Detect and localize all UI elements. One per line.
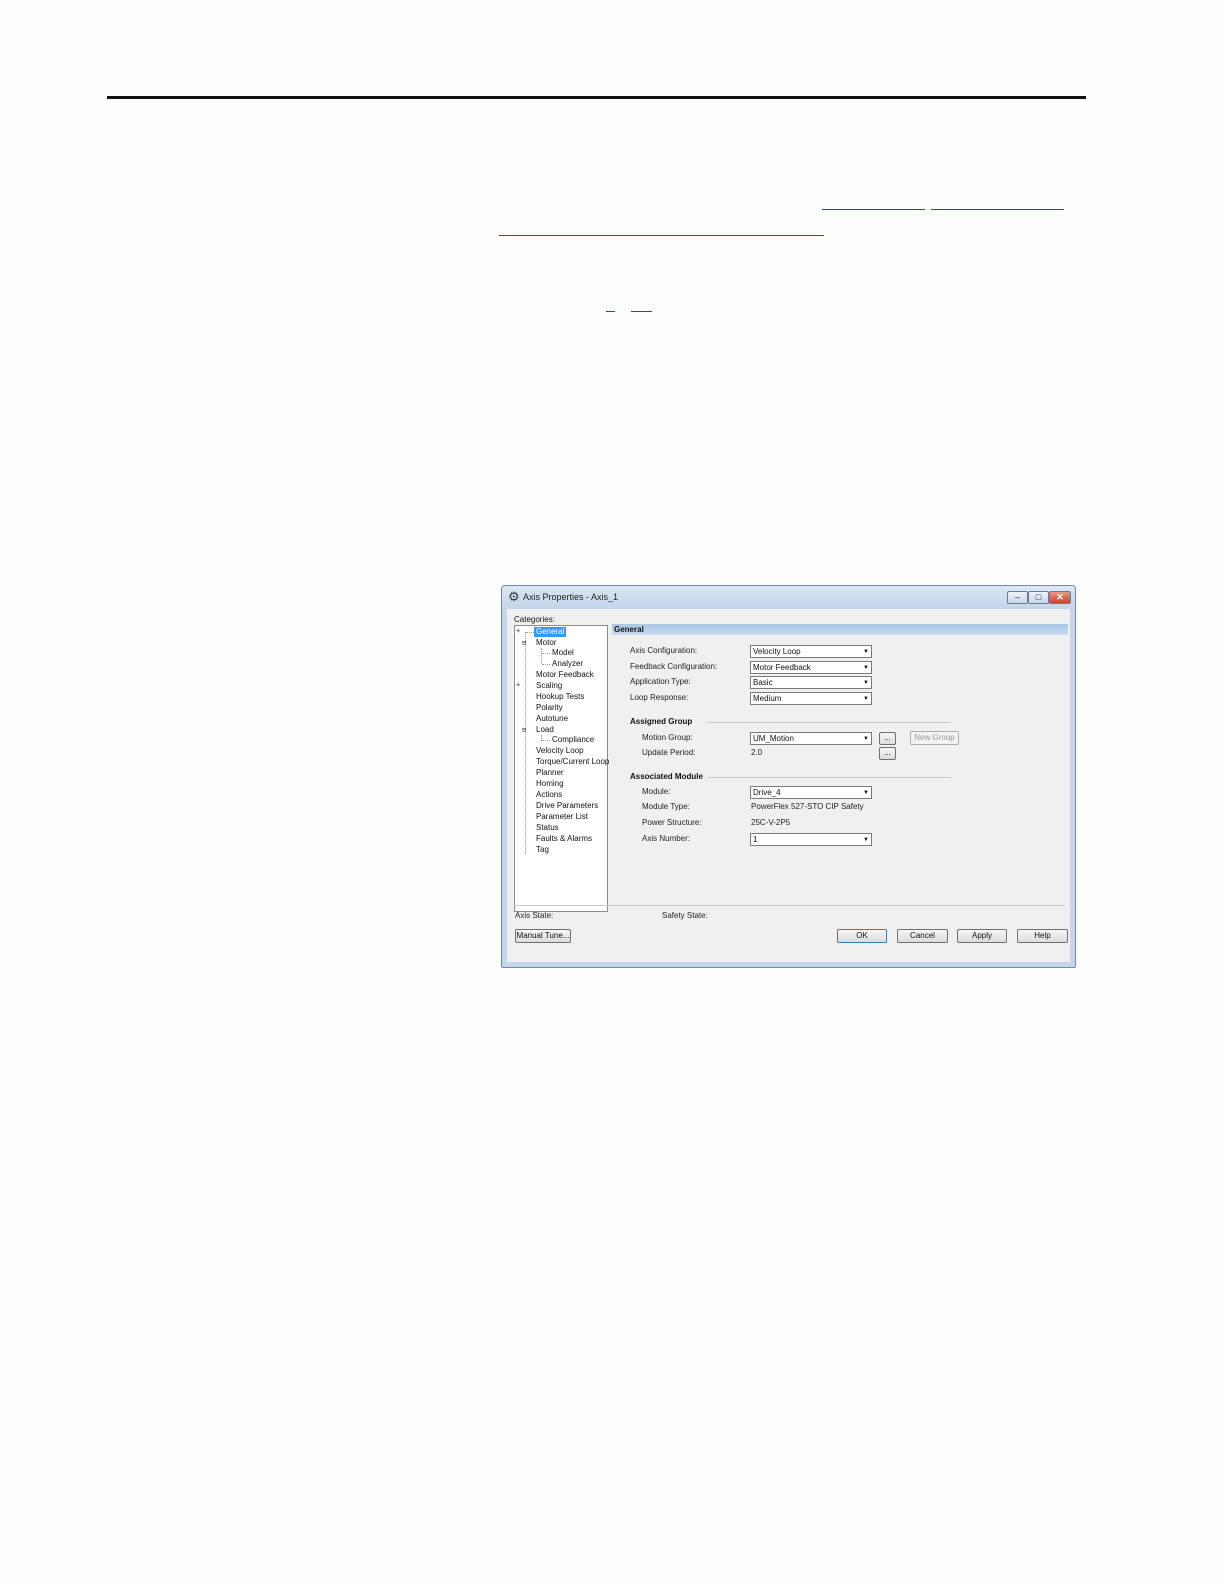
category-polarity[interactable]: Polarity xyxy=(536,703,563,713)
chevron-down-icon: ▼ xyxy=(863,680,869,686)
motion-group-select[interactable]: UM_Motion ▼ xyxy=(750,732,872,745)
group-separator xyxy=(707,722,951,723)
chevron-down-icon: ▼ xyxy=(863,736,869,742)
axis-configuration-select[interactable]: Velocity Loop ▼ xyxy=(750,645,872,658)
axis-configuration-label: Axis Configuration: xyxy=(630,646,698,655)
expand-plus-icon[interactable]: + xyxy=(516,627,520,635)
application-type-label: Application Type: xyxy=(630,677,691,686)
category-status[interactable]: Status xyxy=(536,823,559,833)
link-underline-2[interactable] xyxy=(931,209,1064,210)
feedback-configuration-select[interactable]: Motor Feedback ▼ xyxy=(750,661,872,674)
category-scaling[interactable]: Scaling xyxy=(536,681,562,691)
category-actions[interactable]: Actions xyxy=(536,790,562,800)
feedback-configuration-value: Motor Feedback xyxy=(753,663,811,672)
category-parameter-list[interactable]: Parameter List xyxy=(536,812,588,822)
ok-button[interactable]: OK xyxy=(837,929,887,943)
collapse-minus-icon[interactable]: ⊟ xyxy=(522,726,526,734)
loop-response-value: Medium xyxy=(753,694,782,703)
status-divider xyxy=(514,905,1065,906)
power-structure-label: Power Structure: xyxy=(642,818,702,827)
close-button[interactable]: ✕ xyxy=(1049,591,1071,604)
category-drive-parameters[interactable]: Drive Parameters xyxy=(536,801,598,811)
group-separator xyxy=(708,777,951,778)
tree-connector xyxy=(541,648,542,664)
category-hookup-tests[interactable]: Hookup Tests xyxy=(536,692,584,702)
tree-connector xyxy=(542,653,550,654)
new-group-button[interactable]: New Group xyxy=(910,731,959,745)
application-type-select[interactable]: Basic ▼ xyxy=(750,676,872,689)
title-bar[interactable]: ⚙ Axis Properties - Axis_1 – □ ✕ xyxy=(502,586,1075,609)
cancel-button[interactable]: Cancel xyxy=(897,929,948,943)
feedback-configuration-label: Feedback Configuration: xyxy=(630,662,718,671)
link-underline-1[interactable] xyxy=(822,209,925,210)
loop-response-select[interactable]: Medium ▼ xyxy=(750,692,872,705)
category-homing[interactable]: Homing xyxy=(536,779,564,789)
update-period-value: 2.0 xyxy=(751,748,763,757)
categories-tree[interactable]: + ⊟ + ⊟ General Motor Model Analyzer Mot… xyxy=(514,625,609,912)
category-model[interactable]: Model xyxy=(552,648,574,658)
link-underline-3[interactable] xyxy=(499,235,824,236)
category-tag[interactable]: Tag xyxy=(536,845,549,855)
module-type-label: Module Type: xyxy=(642,802,690,811)
associated-module-title: Associated Module xyxy=(630,772,703,781)
assigned-group-title: Assigned Group xyxy=(630,717,693,726)
module-type-value: PowerFlex 527-STO CIP Safety xyxy=(751,802,864,811)
help-button[interactable]: Help xyxy=(1017,929,1068,943)
collapse-minus-icon[interactable]: ⊟ xyxy=(522,639,526,647)
window-title: Axis Properties - Axis_1 xyxy=(523,592,619,602)
link-underline-4[interactable] xyxy=(606,311,615,312)
power-structure-value: 25C-V-2P5 xyxy=(751,818,791,827)
chevron-down-icon: ▼ xyxy=(863,665,869,671)
category-autotune[interactable]: Autotune xyxy=(536,714,568,724)
maximize-button[interactable]: □ xyxy=(1028,591,1049,604)
module-value: Drive_4 xyxy=(753,788,781,797)
update-period-label: Update Period: xyxy=(642,748,696,757)
axis-number-value: 1 xyxy=(753,835,758,844)
chevron-down-icon: ▼ xyxy=(863,790,869,796)
loop-response-label: Loop Response: xyxy=(630,693,689,702)
application-type-value: Basic xyxy=(753,678,773,687)
axis-configuration-value: Velocity Loop xyxy=(753,647,801,656)
module-select[interactable]: Drive_4 ▼ xyxy=(750,786,872,799)
category-faults-alarms[interactable]: Faults & Alarms xyxy=(536,834,592,844)
link-underline-5[interactable] xyxy=(631,311,652,312)
tree-connector xyxy=(525,632,526,853)
category-planner[interactable]: Planner xyxy=(536,768,564,778)
update-period-browse-button[interactable]: ... xyxy=(879,747,896,760)
chevron-down-icon: ▼ xyxy=(863,649,869,655)
motion-group-label: Motion Group: xyxy=(642,733,693,742)
manual-tune-button[interactable]: Manual Tune... xyxy=(515,929,571,943)
page-top-rule xyxy=(107,96,1086,99)
motion-group-browse-button[interactable]: ... xyxy=(879,732,896,745)
dialog-client-area: Categories: + ⊟ + ⊟ General Motor Model … xyxy=(507,609,1070,962)
axis-state-label: Axis State: xyxy=(515,911,554,920)
gear-icon: ⚙ xyxy=(508,589,520,604)
axis-number-select[interactable]: 1 ▼ xyxy=(750,833,872,846)
category-torque-current-loop[interactable]: Torque/Current Loop xyxy=(536,757,609,767)
category-motor-feedback[interactable]: Motor Feedback xyxy=(536,670,594,680)
tree-connector xyxy=(526,632,534,633)
axis-number-label: Axis Number: xyxy=(642,834,691,843)
category-general[interactable]: General xyxy=(534,627,567,637)
category-compliance[interactable]: Compliance xyxy=(552,735,594,745)
chevron-down-icon: ▼ xyxy=(863,696,869,702)
tree-connector xyxy=(542,740,550,741)
category-motor[interactable]: Motor xyxy=(536,638,556,648)
axis-properties-window: ⚙ Axis Properties - Axis_1 – □ ✕ Categor… xyxy=(501,585,1076,968)
apply-button[interactable]: Apply xyxy=(957,929,1007,943)
module-label: Module: xyxy=(642,787,671,796)
category-analyzer[interactable]: Analyzer xyxy=(552,659,583,669)
chevron-down-icon: ▼ xyxy=(863,837,869,843)
category-load[interactable]: Load xyxy=(536,725,554,735)
section-header-general: General xyxy=(612,624,1068,635)
tree-connector xyxy=(542,664,550,665)
safety-state-label: Safety State: xyxy=(662,911,708,920)
category-velocity-loop[interactable]: Velocity Loop xyxy=(536,746,584,756)
expand-plus-icon[interactable]: + xyxy=(516,681,520,689)
motion-group-value: UM_Motion xyxy=(753,734,794,743)
minimize-button[interactable]: – xyxy=(1007,591,1028,604)
categories-label: Categories: xyxy=(514,615,555,624)
